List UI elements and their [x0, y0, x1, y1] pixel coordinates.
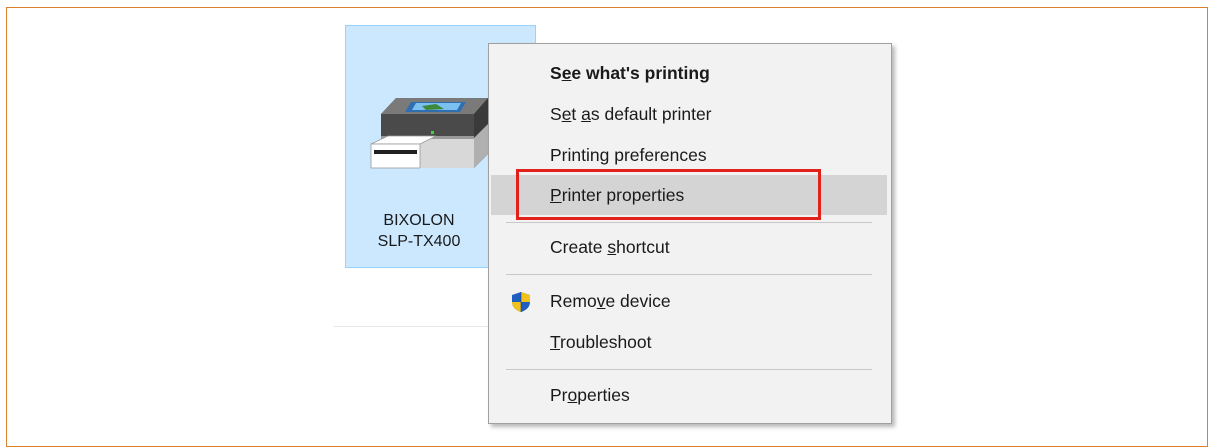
menu-item-troubleshoot[interactable]: Troubleshoot: [491, 322, 887, 362]
uac-shield-icon: [512, 292, 530, 312]
menu-item-set-as-default-printer[interactable]: Set as default printer: [491, 94, 887, 134]
menu-item-properties[interactable]: Properties: [491, 375, 887, 415]
device-name-line1: BIXOLON: [383, 212, 455, 229]
menu-item-create-shortcut[interactable]: Create shortcut: [491, 227, 887, 267]
pane-divider: [334, 326, 494, 327]
red-highlight-box: [516, 169, 821, 220]
menu-separator: [506, 222, 872, 223]
printer-icon: [370, 98, 488, 169]
context-menu: See what's printing Set as default print…: [488, 43, 892, 424]
menu-item-remove-device[interactable]: Remove device: [491, 281, 887, 321]
menu-separator: [506, 274, 872, 275]
menu-separator: [506, 369, 872, 370]
device-name-label: BIXOLON SLP-TX400: [346, 210, 492, 252]
menu-item-see-whats-printing[interactable]: See what's printing: [491, 53, 887, 93]
device-name-line2: SLP-TX400: [377, 233, 461, 250]
